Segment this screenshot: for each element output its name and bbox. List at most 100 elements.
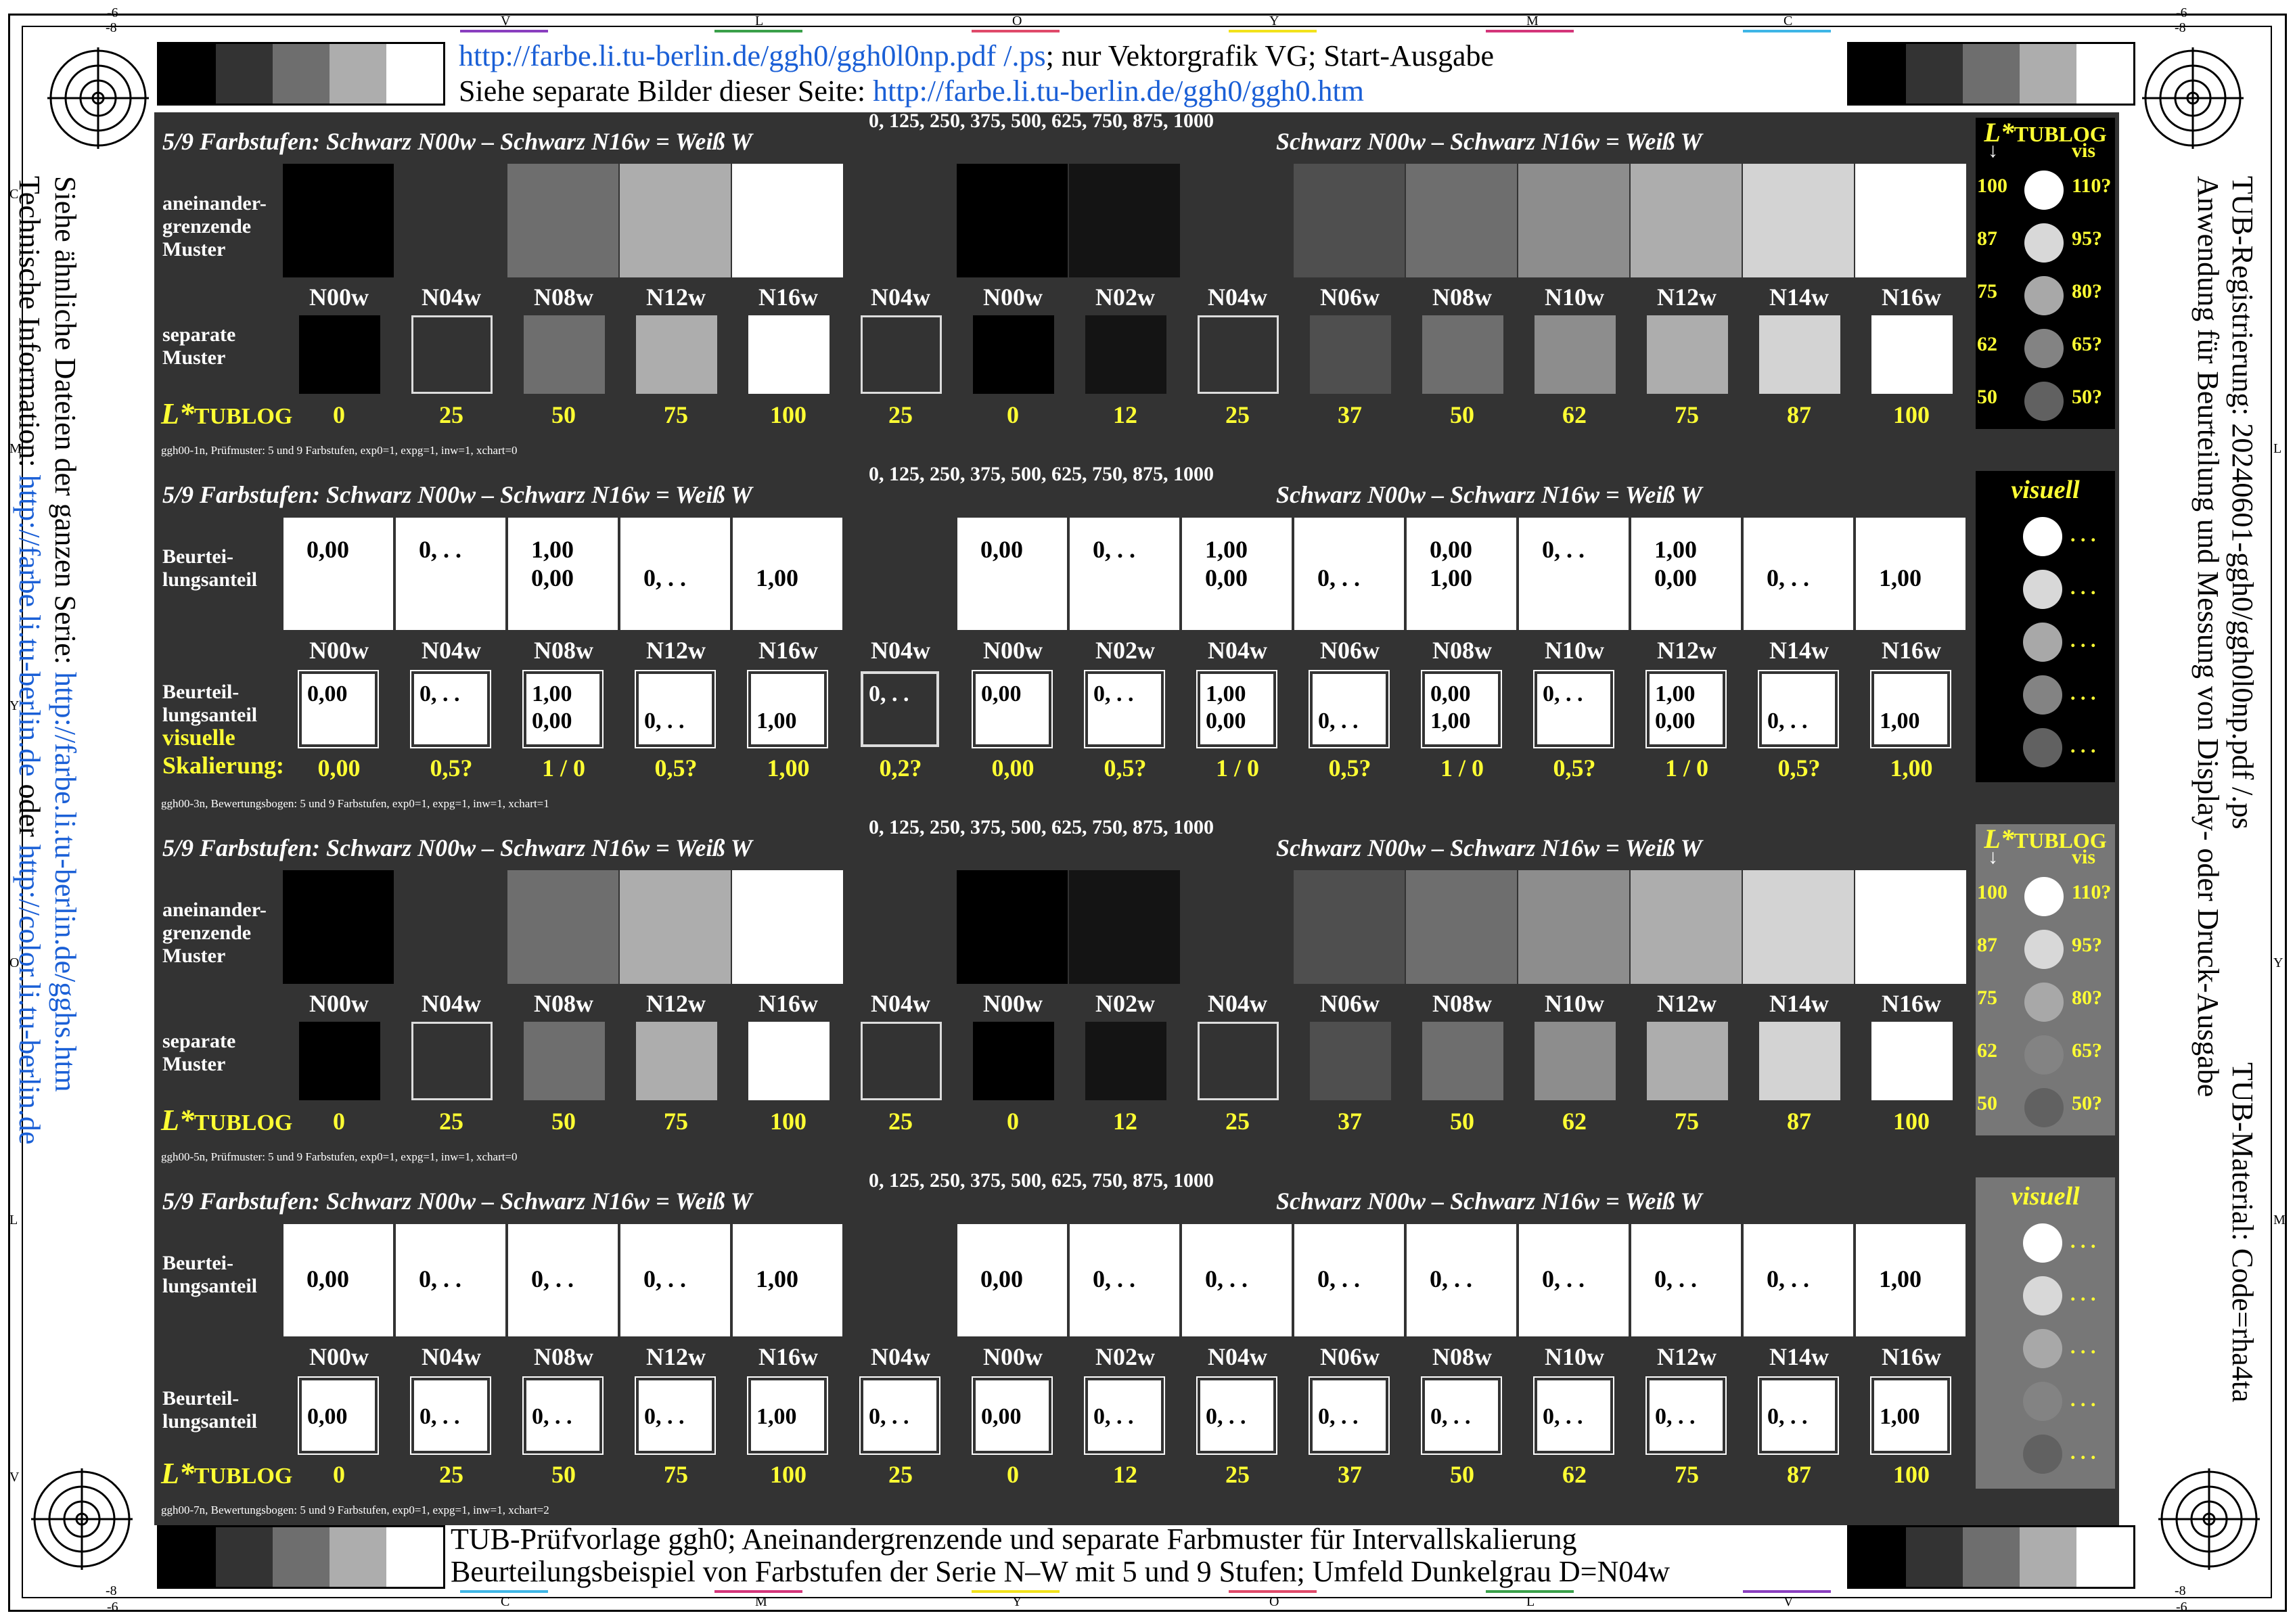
skalierung-value: 0,5? — [1777, 754, 1821, 782]
ltublog-value: 100 — [770, 401, 806, 428]
left-side-text: Siehe ähnliche Dateien der ganzen Serie:… — [13, 176, 82, 1145]
tick-bottom-V: V — [1783, 1594, 1794, 1609]
rating-box: 0, . . — [507, 1223, 618, 1337]
row-label-separate: separate Muster — [162, 1030, 236, 1075]
corner-tr-b: -8 — [2175, 20, 2186, 35]
side-circle — [2023, 1223, 2062, 1263]
rating-square: 0,00 — [298, 1376, 379, 1455]
row-label-beurteilung: Beurtei-lungsanteil — [162, 545, 258, 591]
side-right-value: 80? — [2072, 987, 2102, 1009]
rating-square: 0, . . — [1309, 670, 1390, 748]
rating-square: 0,00 — [972, 1376, 1053, 1455]
code-label: N00w — [309, 990, 369, 1017]
ltublog-value: 50 — [1450, 1108, 1474, 1135]
side-circle — [2023, 728, 2062, 767]
side-circle — [2023, 675, 2062, 715]
side-visuell: visuell — [2011, 476, 2080, 504]
registration-mark-bottom-left — [31, 1468, 133, 1570]
step-numbers: 0, 125, 250, 375, 500, 625, 750, 875, 10… — [869, 463, 1214, 485]
ltublog-value: 0 — [1007, 1461, 1019, 1488]
code-label: N12w — [646, 284, 706, 311]
skalierung-value: 0,5? — [1328, 754, 1371, 782]
separate-swatch — [636, 1022, 717, 1100]
ltublog-value: 75 — [1675, 1461, 1699, 1488]
separate-swatch — [861, 1022, 942, 1100]
tick-color-bar — [1229, 30, 1317, 32]
side-left-value: 100 — [1977, 881, 2007, 903]
ltublog-label: L*TUBLOG — [161, 397, 293, 430]
adjacent-tile — [620, 870, 731, 984]
rating-square: 0, . . — [1084, 670, 1165, 748]
side-right-value: 110? — [2072, 881, 2112, 903]
side-circle — [2024, 930, 2064, 969]
code-label: N16w — [758, 284, 818, 311]
ltublog-value: 62 — [1562, 1461, 1587, 1488]
ltublog-value: 75 — [1675, 401, 1699, 428]
code-label: N04w — [871, 637, 930, 664]
side-vis: vis — [2072, 139, 2096, 162]
tick-right-L: L — [2273, 441, 2282, 456]
row-label-adjacent: aneinander-grenzende Muster — [162, 192, 267, 261]
rating-square: 0, . . — [1196, 1376, 1277, 1455]
adjacent-tile — [1181, 164, 1292, 277]
adjacent-tile — [507, 164, 618, 277]
ltublog-value: 75 — [664, 1108, 688, 1135]
side-circle — [2024, 223, 2064, 263]
separate-swatch — [1422, 315, 1503, 394]
corner-tl-b: -8 — [106, 20, 117, 35]
row-label-beurteilung-2: Beurteil-lungsanteil — [162, 681, 258, 726]
ltublog-value: 25 — [439, 1461, 463, 1488]
ltublog-value: 12 — [1113, 1108, 1137, 1135]
tech-info-link-2[interactable]: http://color.li.tu-berlin.de — [13, 844, 46, 1145]
series-link[interactable]: http://farbe.li.tu-berlin.de/gghs.htm — [49, 672, 82, 1092]
ltublog-value: 37 — [1338, 1461, 1362, 1488]
side-circle — [2024, 1035, 2064, 1075]
code-label: N14w — [1769, 637, 1829, 664]
rating-square: 0, . . — [1084, 1376, 1165, 1455]
side-right-value: 65? — [2072, 1039, 2102, 1062]
rating-box — [844, 517, 955, 631]
ltublog-value: 37 — [1338, 401, 1362, 428]
right-side-material: TUB-Material: Code=rha4ta — [2226, 1062, 2259, 1403]
tech-info-link-1[interactable]: http://farbe.li.tu-berlin.de — [13, 475, 46, 777]
adjacent-tile — [1631, 870, 1742, 984]
strip-swatch — [1963, 1527, 2020, 1587]
code-label: N10w — [1545, 284, 1604, 311]
rating-box: 0, . . — [1743, 517, 1854, 631]
strip-swatch — [216, 1527, 273, 1587]
strip-swatch — [2076, 1527, 2133, 1587]
adjacent-tile — [1855, 164, 1966, 277]
side-circle — [2024, 1088, 2064, 1127]
strip-swatch — [159, 1527, 216, 1587]
header-htm-link[interactable]: http://farbe.li.tu-berlin.de/ggh0/ggh0.h… — [873, 74, 1364, 108]
ltublog-value: 25 — [888, 1108, 913, 1135]
ltublog-value: 0 — [1007, 1108, 1019, 1135]
rating-box: 1,00 — [1855, 1223, 1966, 1337]
code-label: N04w — [871, 990, 930, 1017]
side-right-value: 110? — [2072, 175, 2112, 197]
rating-square: 0, . . — [1758, 1376, 1839, 1455]
code-label: N04w — [422, 990, 481, 1017]
ltublog-value: 50 — [551, 401, 576, 428]
separate-swatch — [1647, 1022, 1728, 1100]
side-dots: . . . — [2070, 1283, 2096, 1305]
ltublog-value: 25 — [439, 1108, 463, 1135]
separate-swatch — [411, 1022, 493, 1100]
rating-box: 1,00 — [732, 1223, 843, 1337]
ltublog-value: 0 — [333, 1461, 345, 1488]
separate-swatch — [1310, 315, 1391, 394]
rating-square: 0, . . — [859, 1376, 940, 1455]
tick-top-V: V — [501, 14, 511, 28]
ltublog-value: 25 — [439, 401, 463, 428]
strip-swatch — [330, 1527, 386, 1587]
separate-swatch — [1085, 1022, 1166, 1100]
ltublog-value: 12 — [1113, 1461, 1137, 1488]
code-label: N12w — [1657, 284, 1717, 311]
header-pdf-link[interactable]: http://farbe.li.tu-berlin.de/ggh0/ggh0l0… — [459, 39, 1046, 72]
code-label: N16w — [1882, 284, 1941, 311]
rating-box: 0, . . — [620, 517, 731, 631]
code-label: N08w — [534, 637, 593, 664]
adjacent-tile — [1743, 164, 1854, 277]
separate-swatch — [1647, 315, 1728, 394]
panel-title-left: 5/9 Farbstufen: Schwarz N00w – Schwarz N… — [162, 1188, 752, 1215]
